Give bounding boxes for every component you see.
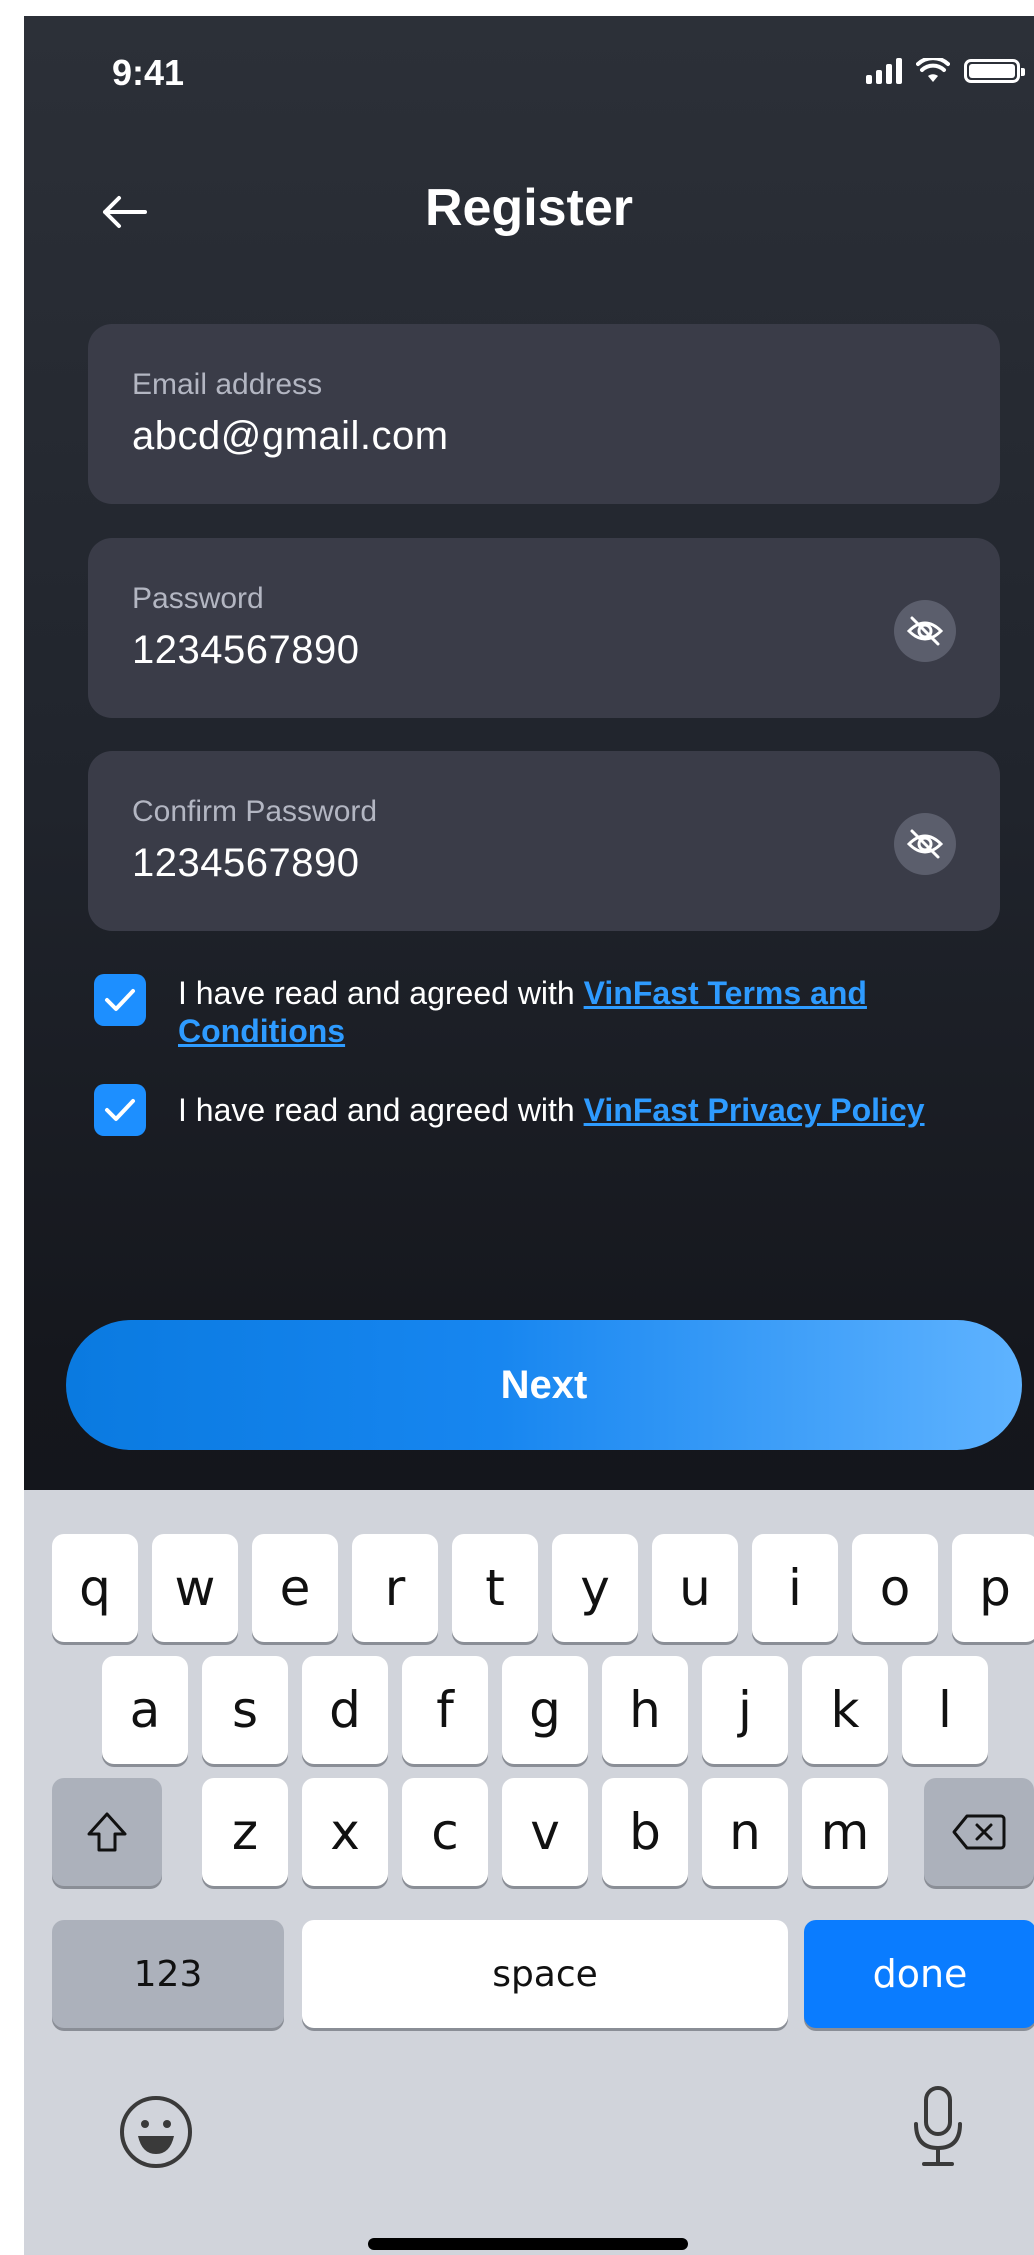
key-y[interactable]: y [552, 1534, 638, 1642]
phone-screen: 9:41 Register Email address abcd@gmail.c… [24, 16, 1034, 2255]
shift-key[interactable] [52, 1778, 162, 1886]
key-k[interactable]: k [802, 1656, 888, 1764]
done-key[interactable]: done [804, 1920, 1034, 2028]
key-u[interactable]: u [652, 1534, 738, 1642]
confirm-password-label: Confirm Password [132, 795, 378, 828]
home-indicator [368, 2238, 688, 2250]
terms-checkbox[interactable] [94, 974, 146, 1026]
toggle-confirm-password-visibility-button[interactable] [894, 813, 956, 875]
terms-agreement-text: I have read and agreed with VinFast Term… [178, 974, 958, 1050]
on-screen-keyboard: qwertyuiop asdfghjkl zxcvbnm 123 space d… [24, 1490, 1034, 2255]
status-icons [866, 58, 1025, 84]
next-button[interactable]: Next [66, 1320, 1022, 1450]
key-f[interactable]: f [402, 1656, 488, 1764]
key-e[interactable]: e [252, 1534, 338, 1642]
space-key[interactable]: space [302, 1920, 788, 2028]
terms-agreement-row: I have read and agreed with VinFast Term… [94, 974, 958, 1050]
email-value: abcd@gmail.com [132, 414, 449, 458]
emoji-key[interactable] [118, 2094, 194, 2170]
shift-icon [87, 1812, 127, 1852]
key-o[interactable]: o [852, 1534, 938, 1642]
terms-agreement-prefix: I have read and agreed with [178, 975, 584, 1011]
eye-off-icon [906, 829, 944, 859]
key-b[interactable]: b [602, 1778, 688, 1886]
key-x[interactable]: x [302, 1778, 388, 1886]
key-g[interactable]: g [502, 1656, 588, 1764]
key-r[interactable]: r [352, 1534, 438, 1642]
eye-off-icon [906, 616, 944, 646]
confirm-password-field[interactable]: Confirm Password 1234567890 [88, 751, 1000, 931]
key-a[interactable]: a [102, 1656, 188, 1764]
email-label: Email address [132, 368, 323, 401]
key-s[interactable]: s [202, 1656, 288, 1764]
battery-icon [964, 59, 1025, 83]
checkmark-icon [105, 1099, 135, 1121]
email-field[interactable]: Email address abcd@gmail.com [88, 324, 1000, 504]
password-value: 1234567890 [132, 628, 360, 672]
checkmark-icon [105, 989, 135, 1011]
numbers-key[interactable]: 123 [52, 1920, 284, 2028]
key-w[interactable]: w [152, 1534, 238, 1642]
toggle-password-visibility-button[interactable] [894, 600, 956, 662]
status-time: 9:41 [112, 52, 185, 93]
privacy-policy-link[interactable]: VinFast Privacy Policy [584, 1092, 925, 1128]
key-i[interactable]: i [752, 1534, 838, 1642]
privacy-agreement-row: I have read and agreed with VinFast Priv… [94, 1084, 958, 1136]
key-d[interactable]: d [302, 1656, 388, 1764]
password-label: Password [132, 582, 264, 615]
privacy-checkbox[interactable] [94, 1084, 146, 1136]
key-t[interactable]: t [452, 1534, 538, 1642]
microphone-icon [914, 2086, 962, 2166]
key-m[interactable]: m [802, 1778, 888, 1886]
wifi-icon [916, 58, 950, 82]
page-title: Register [424, 179, 634, 237]
key-l[interactable]: l [902, 1656, 988, 1764]
key-z[interactable]: z [202, 1778, 288, 1886]
privacy-agreement-text: I have read and agreed with VinFast Priv… [178, 1091, 958, 1129]
key-h[interactable]: h [602, 1656, 688, 1764]
password-field[interactable]: Password 1234567890 [88, 538, 1000, 718]
microphone-key[interactable] [910, 2084, 966, 2172]
key-c[interactable]: c [402, 1778, 488, 1886]
backspace-key[interactable] [924, 1778, 1034, 1886]
key-q[interactable]: q [52, 1534, 138, 1642]
key-n[interactable]: n [702, 1778, 788, 1886]
emoji-icon [120, 2096, 192, 2168]
key-p[interactable]: p [952, 1534, 1034, 1642]
confirm-password-value: 1234567890 [132, 841, 360, 885]
key-v[interactable]: v [502, 1778, 588, 1886]
backspace-icon [952, 1814, 1006, 1850]
key-j[interactable]: j [702, 1656, 788, 1764]
privacy-agreement-prefix: I have read and agreed with [178, 1092, 584, 1128]
cellular-signal-icon [866, 58, 902, 84]
